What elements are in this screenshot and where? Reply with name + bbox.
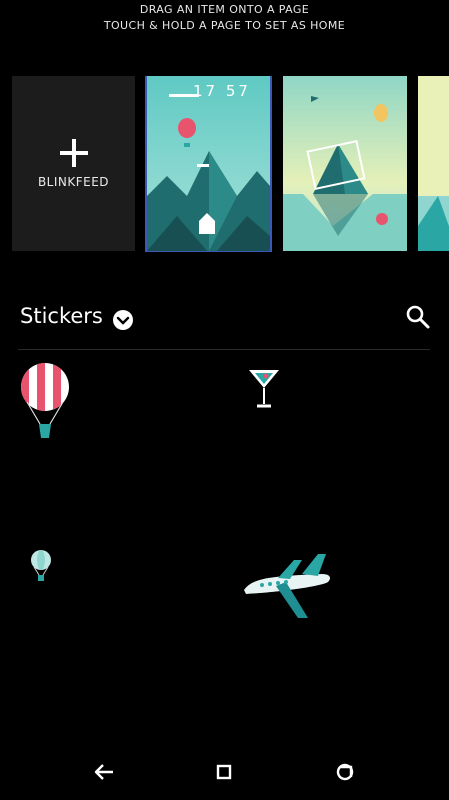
navigation-bar <box>0 744 449 800</box>
stickers-header: Stickers <box>20 302 431 336</box>
page-thumbnail-2[interactable] <box>283 76 407 251</box>
cocktail-glass-sticker[interactable] <box>246 366 282 414</box>
search-icon[interactable] <box>405 304 431 330</box>
airplane-sticker[interactable] <box>242 552 334 626</box>
instruction-line-1: DRAG AN ITEM ONTO A PAGE <box>139 3 310 16</box>
page-carousel[interactable]: BLINKFEED 17 57 <box>0 76 449 252</box>
hot-air-balloon-sticker[interactable] <box>20 362 70 446</box>
back-icon[interactable] <box>91 758 119 786</box>
recents-icon[interactable] <box>331 758 359 786</box>
plus-icon <box>59 138 88 167</box>
section-divider <box>18 349 430 350</box>
instruction-line-2: TOUCH & HOLD A PAGE TO SET AS HOME <box>103 19 346 32</box>
instruction-text: DRAG AN ITEM ONTO A PAGE TOUCH & HOLD A … <box>0 2 449 34</box>
chevron-down-icon[interactable] <box>113 310 133 330</box>
stickers-title[interactable]: Stickers <box>20 304 103 328</box>
home-icon[interactable] <box>210 758 238 786</box>
page-clock: 17 57 <box>193 82 251 100</box>
home-page-thumbnail[interactable]: 17 57 <box>145 76 272 252</box>
blinkfeed-page[interactable]: BLINKFEED <box>12 76 135 251</box>
small-balloon-sticker[interactable] <box>30 549 52 589</box>
blinkfeed-label: BLINKFEED <box>37 174 110 189</box>
page-thumbnail-3[interactable] <box>418 76 449 251</box>
